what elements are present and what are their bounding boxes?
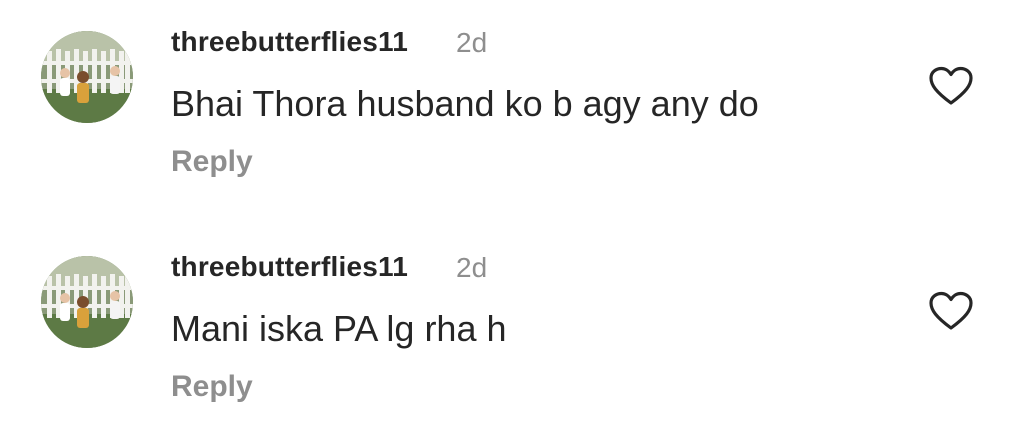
comment-timestamp: 2d — [456, 252, 488, 283]
comment-username[interactable]: threebutterflies11 — [171, 251, 408, 283]
avatar[interactable] — [41, 256, 133, 348]
comment-username[interactable]: threebutterflies11 — [171, 26, 408, 58]
reply-button[interactable]: Reply — [171, 370, 253, 404]
heart-outline-icon[interactable] — [928, 291, 974, 331]
comment-item: threebutterflies11 2d Bhai Thora husband… — [0, 0, 1024, 200]
comment-text: Bhai Thora husband ko b agy any do — [171, 83, 759, 124]
comment-text: Mani iska PA lg rha h — [171, 308, 507, 349]
avatar[interactable] — [41, 31, 133, 123]
heart-outline-icon[interactable] — [928, 66, 974, 106]
comment-timestamp: 2d — [456, 27, 488, 58]
avatar-photo — [41, 31, 133, 123]
avatar-photo — [41, 256, 133, 348]
reply-button[interactable]: Reply — [171, 145, 253, 179]
comment-item: threebutterflies11 2d Mani iska PA lg rh… — [0, 225, 1024, 425]
